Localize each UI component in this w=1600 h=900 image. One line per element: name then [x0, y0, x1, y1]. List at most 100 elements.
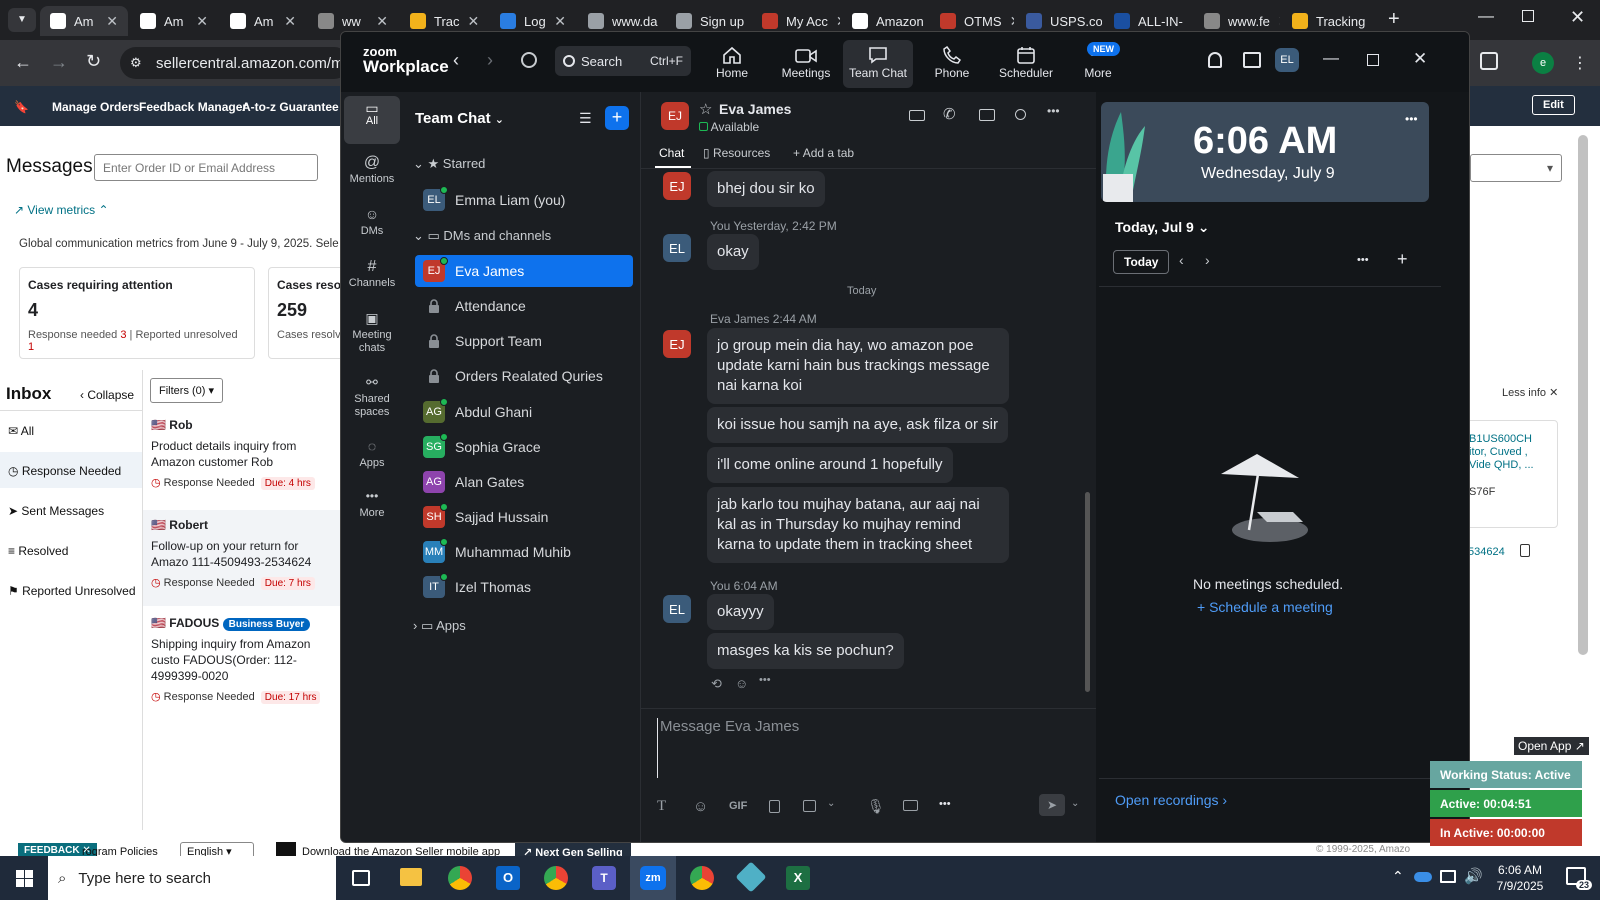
- day-selector[interactable]: Today, Jul 9 ⌄: [1115, 219, 1209, 236]
- rail-more[interactable]: ••• More: [344, 486, 400, 520]
- filter-icon[interactable]: ☰: [579, 110, 592, 127]
- browser-tab[interactable]: Am ✕: [40, 6, 128, 36]
- channel-item[interactable]: SG Sophia Grace: [415, 431, 633, 463]
- minimize-browser-button[interactable]: —: [1478, 8, 1494, 26]
- rail-all[interactable]: ▭ All: [344, 96, 400, 144]
- message-more-icon[interactable]: •••: [759, 674, 771, 686]
- schedule-meeting-link[interactable]: + Schedule a meeting: [1197, 599, 1333, 615]
- more-compose-icon[interactable]: •••: [939, 798, 951, 810]
- user-avatar[interactable]: EL: [1275, 48, 1299, 72]
- channel-item[interactable]: MM Muhammad Muhib: [415, 536, 633, 568]
- emoji-icon[interactable]: ☺: [693, 798, 708, 815]
- filters-button[interactable]: Filters (0) ▾: [150, 378, 224, 403]
- dms-channels-section[interactable]: ⌄ ▭ DMs and channels: [413, 228, 551, 244]
- bookmark-icon[interactable]: 🔖: [14, 100, 29, 114]
- task-view-icon[interactable]: [352, 870, 370, 886]
- tab-search-button[interactable]: ▼: [8, 8, 36, 32]
- star-icon[interactable]: ☆: [699, 100, 712, 118]
- address-bar[interactable]: sellercentral.amazon.com/me: [120, 47, 352, 79]
- open-app-button[interactable]: Open App ↗: [1514, 737, 1589, 755]
- tray-chevron-icon[interactable]: ⌃: [1392, 868, 1404, 885]
- screenshot-icon[interactable]: [803, 800, 816, 812]
- search-input[interactable]: Search Ctrl+F: [555, 46, 691, 76]
- new-tab-button[interactable]: +: [1388, 8, 1400, 31]
- chrome-icon[interactable]: [448, 866, 472, 890]
- nav-feedback-manager[interactable]: Feedback Manager: [139, 100, 247, 114]
- close-tab-icon[interactable]: ✕: [468, 13, 480, 30]
- add-event-icon[interactable]: +: [1397, 249, 1408, 270]
- app-icon[interactable]: [735, 861, 767, 893]
- rail-shared-spaces[interactable]: ⚯ Shared spaces: [344, 372, 400, 419]
- nav-team-chat[interactable]: Team Chat: [843, 40, 913, 88]
- more-options-icon[interactable]: •••: [1047, 104, 1060, 118]
- message-compose-input[interactable]: Message Eva James: [657, 718, 1077, 778]
- nav-manage-orders[interactable]: Manage Orders: [52, 100, 139, 114]
- tab-chat[interactable]: Chat: [659, 146, 684, 160]
- browser-tab[interactable]: Am ✕: [130, 6, 218, 36]
- volume-icon[interactable]: 🔊: [1464, 867, 1483, 885]
- add-tab-button[interactable]: + Add a tab: [793, 146, 854, 160]
- order-search-input[interactable]: Enter Order ID or Email Address: [94, 154, 318, 181]
- windows-start-icon[interactable]: [16, 870, 33, 887]
- history-icon[interactable]: [521, 52, 537, 68]
- teams-icon[interactable]: T: [592, 866, 616, 890]
- taskbar-search-box[interactable]: ⌕ Type here to search: [48, 856, 336, 900]
- chevron-down-icon[interactable]: ⌄: [827, 798, 835, 809]
- rail-dms[interactable]: ☺ DMs: [344, 204, 400, 238]
- gift-icon[interactable]: [1243, 52, 1261, 68]
- channel-item[interactable]: Support Team: [415, 325, 633, 357]
- calendar-more-icon[interactable]: •••: [1357, 254, 1369, 266]
- video-message-icon[interactable]: [903, 800, 918, 811]
- channel-item[interactable]: AG Abdul Ghani: [415, 396, 633, 428]
- phone-call-icon[interactable]: ✆: [943, 105, 956, 123]
- message-item[interactable]: 🇺🇸 Robert Follow-up on your return for A…: [143, 510, 343, 606]
- channel-item[interactable]: EL Emma Liam (you): [415, 184, 633, 216]
- order-id-link[interactable]: 534624: [1468, 546, 1505, 558]
- prev-day-icon[interactable]: ‹: [1179, 252, 1184, 268]
- apps-section[interactable]: › ▭ Apps: [413, 618, 466, 634]
- browser-menu-icon[interactable]: ⋮: [1572, 53, 1588, 73]
- profile-avatar[interactable]: e: [1532, 52, 1554, 74]
- folder-sent[interactable]: ➤ Sent Messages: [8, 504, 104, 518]
- folder-all[interactable]: ✉ All: [8, 424, 34, 438]
- chrome-icon[interactable]: [690, 866, 714, 890]
- channel-item[interactable]: IT Izel Thomas: [415, 571, 633, 603]
- folder-response-needed[interactable]: ◷ Response Needed: [8, 464, 121, 478]
- zoom-taskbar-icon[interactable]: zm: [630, 856, 676, 900]
- nav-meetings[interactable]: Meetings: [771, 40, 841, 88]
- gif-button[interactable]: GIF: [729, 800, 747, 812]
- new-chat-button[interactable]: +: [605, 106, 629, 130]
- rail-channels[interactable]: # Channels: [344, 256, 400, 290]
- browser-tab[interactable]: Am ✕: [220, 6, 306, 36]
- open-recordings-link[interactable]: Open recordings ›: [1115, 792, 1227, 808]
- today-button[interactable]: Today: [1113, 250, 1170, 274]
- view-metrics-link[interactable]: ↗ View metrics ⌃: [14, 203, 109, 217]
- forward-icon[interactable]: →: [50, 52, 68, 73]
- tab-resources[interactable]: ▯ Resources: [703, 146, 770, 160]
- file-icon[interactable]: [769, 800, 780, 813]
- edit-button[interactable]: Edit: [1532, 95, 1575, 115]
- excel-icon[interactable]: X: [786, 866, 810, 890]
- chat-scrollbar[interactable]: [1085, 492, 1090, 692]
- close-tab-icon[interactable]: ✕: [554, 13, 566, 30]
- extensions-icon[interactable]: [1480, 52, 1498, 70]
- rail-meeting-chats[interactable]: ▣ Meeting chats: [344, 308, 400, 355]
- collapse-button[interactable]: ‹ Collapse: [80, 388, 134, 402]
- rail-mentions[interactable]: @ Mentions: [344, 152, 400, 186]
- close-tab-icon[interactable]: ✕: [196, 13, 208, 30]
- emoji-react-icon[interactable]: ☺: [735, 676, 748, 691]
- less-info-button[interactable]: Less info ✕: [1502, 386, 1558, 399]
- close-tab-icon[interactable]: ✕: [1278, 13, 1280, 30]
- send-button[interactable]: ➤: [1039, 794, 1065, 816]
- chrome-profile-icon[interactable]: [544, 866, 568, 890]
- channel-item[interactable]: SH Sajjad Hussain: [415, 501, 633, 533]
- outlook-icon[interactable]: O: [496, 866, 520, 890]
- contact-avatar[interactable]: EJ: [661, 102, 689, 130]
- maximize-zoom-button[interactable]: [1367, 54, 1379, 66]
- amazon-scrollbar[interactable]: [1578, 135, 1588, 655]
- back-icon[interactable]: ‹: [453, 50, 459, 71]
- close-tab-icon[interactable]: ✕: [1191, 13, 1192, 30]
- channel-item[interactable]: EJ Eva James: [415, 255, 633, 287]
- folder-resolved[interactable]: ≡ Resolved: [8, 544, 68, 558]
- next-day-icon[interactable]: ›: [1205, 252, 1210, 268]
